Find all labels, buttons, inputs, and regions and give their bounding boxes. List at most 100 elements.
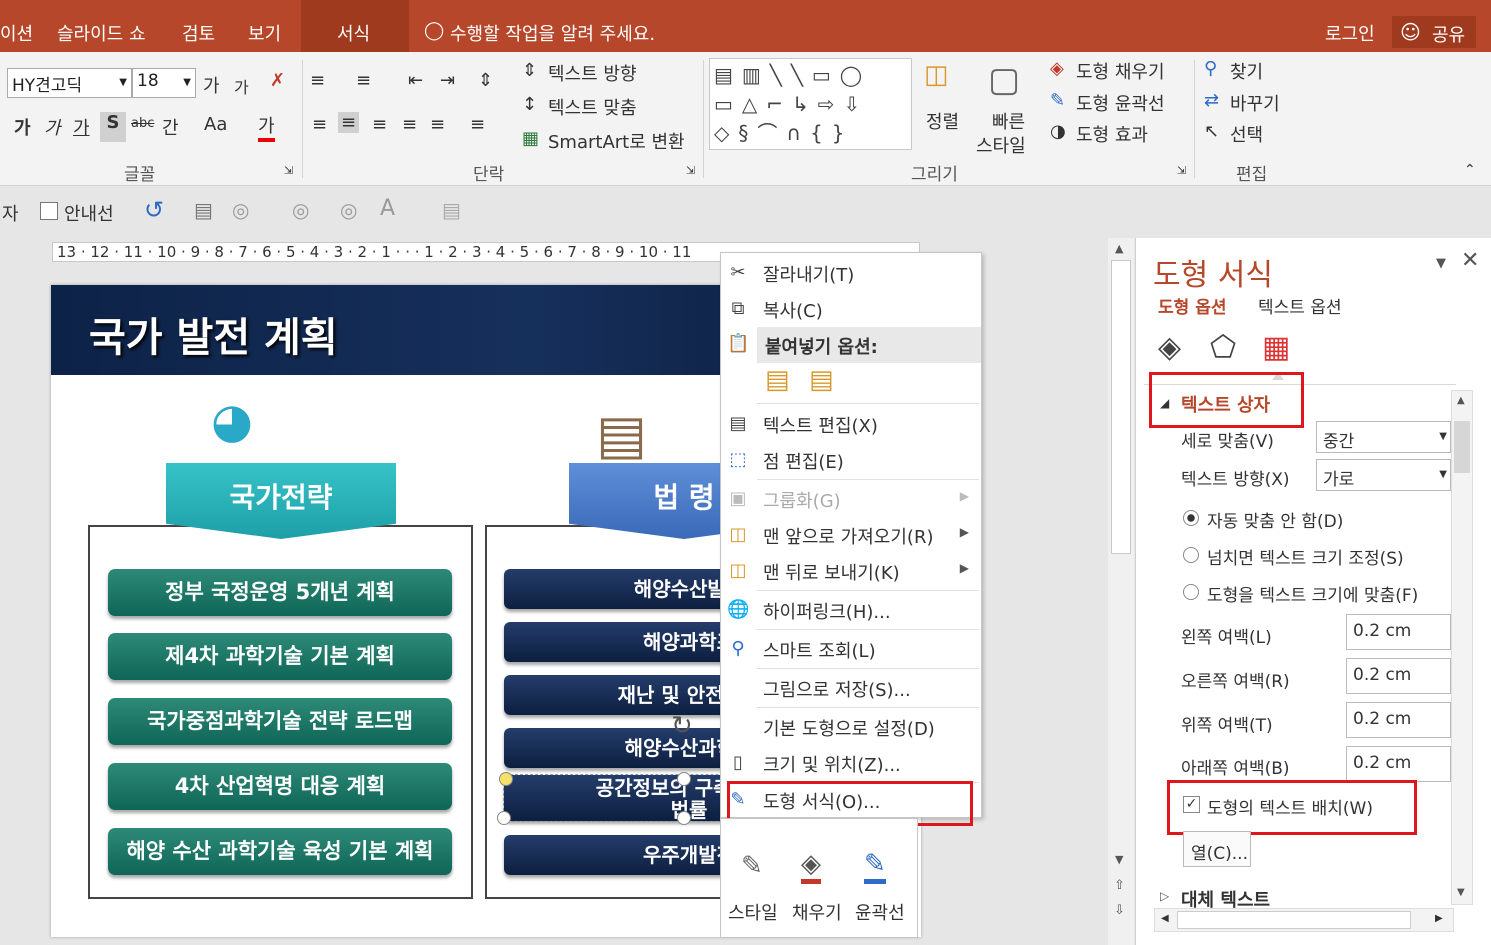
shape-icon[interactable]: ◎ bbox=[232, 198, 249, 222]
arrange-icon[interactable]: ◫ bbox=[924, 60, 949, 90]
menu-edit-text[interactable]: ▤ 텍스트 편집(X) bbox=[721, 406, 981, 442]
underline-button[interactable]: 가 bbox=[73, 114, 90, 140]
decrease-indent-icon[interactable]: ⇤ bbox=[408, 70, 423, 91]
list-item[interactable]: 국가중점과학기술 전략 로드맵 bbox=[108, 698, 452, 745]
align-left-icon[interactable]: ≡ bbox=[312, 114, 327, 135]
style-icon[interactable]: ✎ bbox=[741, 851, 763, 881]
tab-view[interactable]: 보기 bbox=[248, 20, 281, 46]
menu-smart-lookup[interactable]: ⚲ 스마트 조회(L) bbox=[721, 631, 981, 667]
resize-handle[interactable] bbox=[677, 811, 691, 825]
pane-hscrollbar[interactable]: ◀ ▶ bbox=[1154, 908, 1454, 932]
fill-icon[interactable]: ◈ bbox=[801, 849, 821, 884]
slide-scrollbar[interactable]: ▲ ▼ ⇧ ⇩ bbox=[1108, 238, 1134, 945]
convert-smartart-button[interactable]: SmartArt로 변환 bbox=[548, 128, 685, 154]
resize-handle[interactable] bbox=[677, 772, 691, 786]
pane-options-icon[interactable]: ▼ bbox=[1436, 256, 1446, 271]
resize-handle[interactable] bbox=[497, 811, 511, 825]
tab-slideshow[interactable]: 슬라이드 쇼 bbox=[57, 20, 146, 46]
pane-scroll-down-icon[interactable]: ▼ bbox=[1457, 887, 1465, 898]
select-icon[interactable]: ↖ bbox=[1204, 121, 1219, 142]
menu-send-back[interactable]: ◫ 맨 뒤로 보내기(K) ▶ bbox=[721, 553, 981, 589]
italic-button[interactable]: 가 bbox=[44, 114, 61, 140]
strikethrough-button[interactable]: abc bbox=[131, 116, 154, 131]
shape-fill-button[interactable]: 도형 채우기 bbox=[1076, 58, 1165, 84]
pane-scroll-thumb[interactable] bbox=[1454, 421, 1470, 473]
menu-hyperlink[interactable]: 🌐 하이퍼링크(H)... bbox=[721, 592, 981, 628]
menu-set-default[interactable]: 기본 도형으로 설정(D) bbox=[721, 709, 981, 745]
autofit-none-radio[interactable] bbox=[1183, 510, 1199, 526]
menu-group[interactable]: ▣ 그룹화(G) ▶ bbox=[721, 481, 981, 517]
tab-format[interactable]: 서식 bbox=[301, 0, 409, 52]
adjust-handle[interactable] bbox=[499, 772, 513, 786]
quick-styles-label-2[interactable]: 스타일 bbox=[976, 132, 1026, 158]
increase-indent-icon[interactable]: ⇥ bbox=[440, 70, 455, 91]
align-text-icon[interactable]: ↕ bbox=[522, 94, 537, 115]
list-item[interactable]: 해양 수산 과학기술 육성 기본 계획 bbox=[108, 828, 452, 875]
shadow-button[interactable]: S bbox=[100, 112, 126, 142]
outline-icon[interactable]: ✎ bbox=[864, 849, 886, 884]
scroll-thumb[interactable] bbox=[1111, 260, 1131, 554]
margin-bottom-input[interactable]: 0.2 cm bbox=[1346, 746, 1451, 782]
quick-styles-label-1[interactable]: 빠른 bbox=[992, 108, 1025, 134]
shape-effects-button[interactable]: 도형 효과 bbox=[1076, 121, 1148, 147]
list-item[interactable]: 제4차 과학기술 기본 계획 bbox=[108, 633, 452, 680]
align-center-icon[interactable]: ≡ bbox=[338, 112, 360, 133]
font-dialog-launcher-icon[interactable]: ⇲ bbox=[284, 164, 293, 177]
text-direction-button[interactable]: 텍스트 방향 bbox=[548, 60, 637, 86]
align-text-button[interactable]: 텍스트 맞춤 bbox=[548, 94, 637, 120]
size-properties-icon[interactable]: ▦ bbox=[1262, 330, 1290, 365]
justify-icon[interactable]: ≡ bbox=[402, 114, 417, 135]
shape-outline-button[interactable]: 도형 윤곽선 bbox=[1076, 90, 1165, 116]
tab-shape-options[interactable]: 도형 옵션 bbox=[1158, 293, 1226, 318]
slide-title[interactable]: 국가 발전 계획 bbox=[89, 305, 338, 363]
merge-icon[interactable]: ◎ bbox=[340, 198, 357, 222]
columns-button[interactable]: 열(C)... bbox=[1183, 831, 1251, 867]
pane-scroll-up-icon[interactable]: ▲ bbox=[1457, 395, 1465, 406]
change-case-button[interactable]: Aa bbox=[204, 114, 227, 135]
menu-save-picture[interactable]: 그림으로 저장(S)... bbox=[721, 670, 981, 706]
font-name-combo[interactable]: HY견고딕 ▼ bbox=[7, 68, 132, 98]
menu-copy[interactable]: ⧉ 복사(C) bbox=[721, 291, 981, 327]
menu-cut[interactable]: ✂ 잘라내기(T) bbox=[721, 255, 981, 291]
shape-fill-icon[interactable]: ◈ bbox=[1050, 58, 1064, 79]
tab-review[interactable]: 검토 bbox=[182, 20, 215, 46]
strategy-header[interactable]: 국가전략 bbox=[166, 463, 396, 539]
char-spacing-button[interactable]: 간 bbox=[162, 114, 179, 140]
font-size-combo[interactable]: 18 ▼ bbox=[132, 68, 196, 98]
scroll-up-icon[interactable]: ▲ bbox=[1115, 242, 1123, 255]
picture-icon[interactable]: ▤ bbox=[442, 198, 461, 222]
font-color-button[interactable]: 가 bbox=[258, 112, 275, 142]
replace-button[interactable]: 바꾸기 bbox=[1230, 90, 1280, 116]
expand-icon[interactable]: ▷ bbox=[1160, 889, 1169, 903]
autofit-resize-radio[interactable] bbox=[1183, 584, 1199, 600]
shapes-gallery[interactable]: ▤▥╲╲▭◯ ▭△⌐↳⇨⇩ ◇§⌒∩{} bbox=[709, 58, 912, 150]
share-button[interactable]: ☺ 공유 bbox=[1392, 16, 1476, 48]
fill-line-icon[interactable]: ◈ bbox=[1158, 330, 1181, 365]
clear-format-icon[interactable]: ✗ bbox=[270, 70, 285, 91]
pane-scroll-right-icon[interactable]: ▶ bbox=[1435, 913, 1443, 924]
effect-icon[interactable]: ◎ bbox=[292, 198, 309, 222]
arrange-button[interactable]: 정렬 bbox=[926, 108, 959, 134]
shape-outline-icon[interactable]: ✎ bbox=[1050, 90, 1065, 111]
menu-bring-front[interactable]: ◫ 맨 앞으로 가져오기(R) ▶ bbox=[721, 517, 981, 553]
collapse-ribbon-icon[interactable]: ⌃ bbox=[1464, 162, 1476, 178]
bold-button[interactable]: 가 bbox=[14, 114, 31, 140]
undo-icon[interactable]: ↺ bbox=[144, 196, 164, 224]
columns-icon[interactable]: ≡ bbox=[470, 114, 485, 135]
find-button[interactable]: 찾기 bbox=[1230, 58, 1263, 84]
tab-animation[interactable]: 이션 bbox=[0, 20, 33, 46]
prev-slide-icon[interactable]: ⇧ bbox=[1114, 878, 1125, 893]
text-direction-dropdown[interactable]: 가로 ▼ bbox=[1316, 459, 1451, 491]
scroll-down-icon[interactable]: ▼ bbox=[1115, 853, 1123, 866]
presenter-icon[interactable]: ▤ bbox=[194, 198, 213, 222]
drawing-dialog-launcher-icon[interactable]: ⇲ bbox=[1177, 164, 1186, 177]
line-spacing-icon[interactable]: ⇕ bbox=[478, 70, 493, 91]
autofit-shrink-radio[interactable] bbox=[1183, 547, 1199, 563]
tab-text-options[interactable]: 텍스트 옵션 bbox=[1258, 293, 1342, 318]
replace-icon[interactable]: ⇄ bbox=[1204, 90, 1219, 111]
tell-me-box[interactable]: 수행할 작업을 알려 주세요. bbox=[450, 20, 655, 46]
paste-keep-icon[interactable]: ▤ bbox=[765, 365, 790, 395]
paste-picture-icon[interactable]: ▤ bbox=[809, 365, 834, 395]
text-direction-icon[interactable]: ⇕ bbox=[522, 60, 537, 81]
margin-top-input[interactable]: 0.2 cm bbox=[1346, 702, 1451, 738]
